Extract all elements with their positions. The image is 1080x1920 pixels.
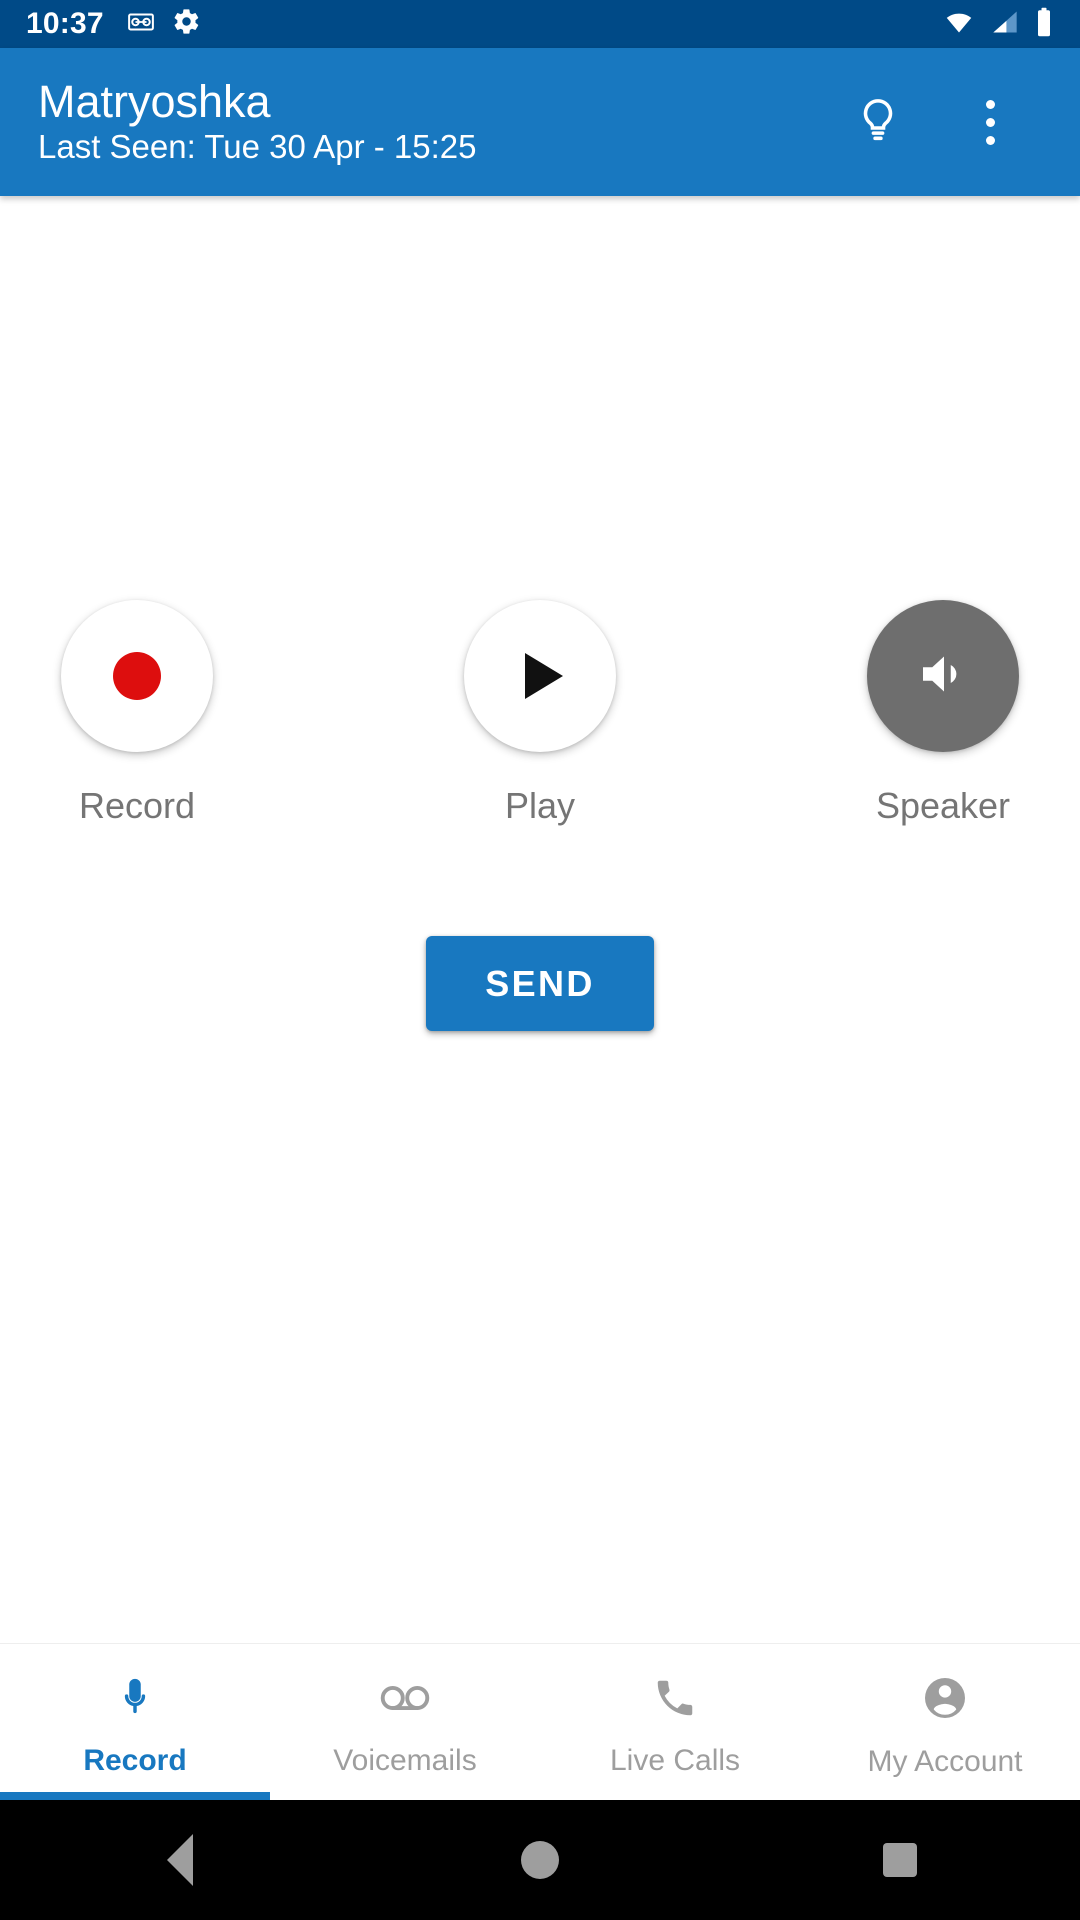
bottom-nav-item-my-account[interactable]: My Account xyxy=(810,1644,1080,1800)
main-content: Record Play Speaker SEND xyxy=(0,196,1080,1643)
status-bar-notification-icons xyxy=(126,7,201,42)
speaker-control-label: Speaker xyxy=(875,785,1011,826)
app-bar-actions xyxy=(840,84,1042,160)
bottom-nav-label-my-account: My Account xyxy=(867,1744,1023,1778)
recorder-controls: Record Play Speaker xyxy=(0,600,1080,827)
cellular-signal-icon xyxy=(989,8,1021,41)
last-seen-text: Last Seen: Tue 30 Apr - 15:25 xyxy=(38,127,477,165)
home-circle-icon xyxy=(521,1841,559,1879)
bottom-nav-label-live-calls: Live Calls xyxy=(609,1743,741,1777)
bottom-nav-item-record[interactable]: Record xyxy=(0,1644,270,1800)
play-triangle-icon xyxy=(525,653,563,699)
bottom-nav-label-record: Record xyxy=(83,1743,187,1777)
back-triangle-icon xyxy=(167,1834,193,1886)
voicemail-icon xyxy=(379,1675,431,1726)
lightbulb-icon xyxy=(853,95,903,150)
overflow-menu-icon xyxy=(985,99,995,145)
account-circle-icon xyxy=(921,1674,969,1727)
send-button[interactable]: SEND xyxy=(426,936,654,1031)
bottom-nav-item-live-calls[interactable]: Live Calls xyxy=(540,1644,810,1800)
bottom-navigation: Record Voicemails Live Calls My Account xyxy=(0,1643,1080,1800)
play-button[interactable] xyxy=(464,600,616,752)
recents-button[interactable] xyxy=(830,1800,970,1920)
speaker-control: Speaker xyxy=(833,600,1053,827)
overflow-menu-button[interactable] xyxy=(952,84,1028,160)
speaker-icon xyxy=(913,644,973,709)
system-navigation-bar xyxy=(0,1800,1080,1920)
wifi-icon xyxy=(942,8,976,41)
send-button-container: SEND xyxy=(0,936,1080,1031)
tips-button[interactable] xyxy=(840,84,916,160)
home-button[interactable] xyxy=(470,1800,610,1920)
status-bar-clock: 10:37 xyxy=(26,7,104,40)
active-tab-indicator xyxy=(0,1792,270,1800)
bottom-nav-label-voicemails: Voicemails xyxy=(333,1743,477,1777)
gear-icon xyxy=(172,7,201,41)
microphone-icon xyxy=(112,1675,158,1726)
play-control: Play xyxy=(430,600,650,827)
status-bar: 10:37 xyxy=(0,0,1080,48)
speaker-button[interactable] xyxy=(867,600,1019,752)
page-title: Matryoshka xyxy=(38,76,271,128)
voicemail-icon xyxy=(126,7,156,42)
record-control-label: Record xyxy=(78,785,196,826)
play-control-label: Play xyxy=(504,785,576,826)
bottom-nav-item-voicemails[interactable]: Voicemails xyxy=(270,1644,540,1800)
app-bar: Matryoshka Last Seen: Tue 30 Apr - 15:25 xyxy=(0,48,1080,196)
app-bar-titles: Matryoshka Last Seen: Tue 30 Apr - 15:25 xyxy=(38,78,476,166)
back-button[interactable] xyxy=(110,1800,250,1920)
battery-icon xyxy=(1034,7,1054,42)
phone-screen: 10:37 Matryoshka Last Seen: Tue 30 Apr -… xyxy=(0,0,1080,1920)
record-control: Record xyxy=(27,600,247,827)
record-dot-icon xyxy=(113,652,161,700)
record-button[interactable] xyxy=(61,600,213,752)
status-bar-system-icons xyxy=(942,7,1054,42)
recents-square-icon xyxy=(883,1843,917,1877)
phone-icon xyxy=(652,1675,698,1726)
